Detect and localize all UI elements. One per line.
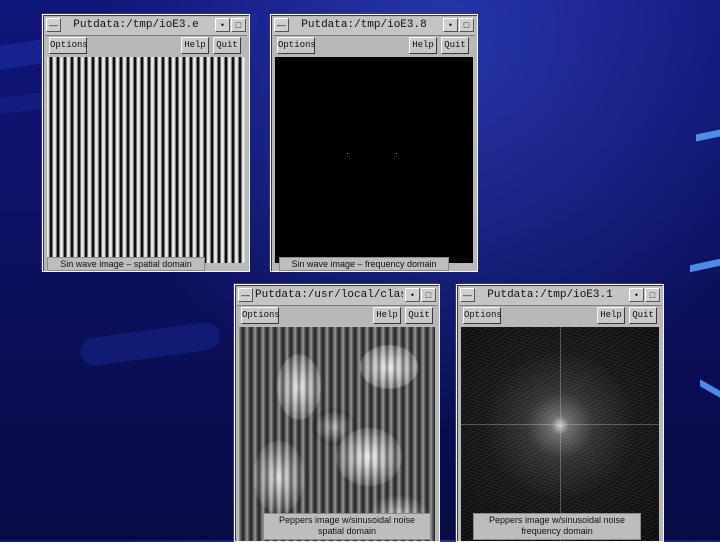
options-button[interactable]: Options [463, 307, 502, 324]
caption-text: Sin wave image – frequency domain [291, 259, 437, 269]
help-button[interactable]: Help [373, 307, 401, 324]
caption-text: Peppers image w/sinusoidal noise [278, 515, 416, 525]
options-button[interactable]: Options [241, 307, 280, 324]
background-swoosh [78, 320, 222, 368]
help-button[interactable]: Help [409, 37, 437, 54]
window-title: Putdata:/usr/local/classes/c [255, 289, 403, 301]
image-canvas [239, 327, 435, 541]
window-menu-button[interactable]: — [238, 288, 253, 302]
caption-label: Sin wave image – frequency domain [279, 257, 449, 271]
minimize-button[interactable]: • [443, 18, 458, 32]
window-titlebar[interactable]: — Putdata:/usr/local/classes/c • □ [237, 287, 437, 306]
caption-text: Peppers image w/sinusoidal noise [488, 515, 626, 525]
minimize-button[interactable]: • [629, 288, 644, 302]
caption-subtext: spatial domain [317, 526, 377, 536]
image-canvas [47, 57, 245, 263]
caption-label: Peppers image w/sinusoidal noise spatial… [263, 513, 431, 540]
quit-button[interactable]: Quit [213, 37, 241, 54]
window-sin-frequency: — Putdata:/tmp/ioE3.8 • □ Options Help Q… [270, 14, 478, 272]
toolbar: Options Help Quit [273, 36, 475, 56]
frequency-peak [396, 153, 397, 154]
quit-button[interactable]: Quit [441, 37, 469, 54]
sinusoidal-noise-overlay [239, 327, 435, 541]
window-title: Putdata:/tmp/ioE3.8 [301, 19, 427, 31]
help-button[interactable]: Help [181, 37, 209, 54]
frequency-peak [347, 153, 348, 154]
maximize-button[interactable]: □ [421, 288, 436, 302]
background-accent [690, 258, 720, 273]
image-canvas [461, 327, 659, 541]
options-button[interactable]: Options [49, 37, 88, 54]
window-menu-button[interactable]: — [460, 288, 475, 302]
toolbar: Options Help Quit [237, 306, 437, 326]
spectrum-axis-vertical [560, 327, 561, 541]
window-menu-button[interactable]: — [274, 18, 289, 32]
caption-label: Sin wave image – spatial domain [47, 257, 205, 271]
maximize-button[interactable]: □ [459, 18, 474, 32]
image-canvas [275, 57, 473, 263]
background-accent [696, 129, 720, 142]
background-accent [700, 379, 720, 398]
window-titlebar[interactable]: — Putdata:/tmp/ioE3.1 • □ [459, 287, 661, 306]
minimize-button[interactable]: • [215, 18, 230, 32]
window-titlebar[interactable]: — Putdata:/tmp/ioE3.e • □ [45, 17, 247, 36]
window-peppers-spatial: — Putdata:/usr/local/classes/c • □ Optio… [234, 284, 440, 542]
minimize-button[interactable]: • [405, 288, 420, 302]
quit-button[interactable]: Quit [629, 307, 657, 324]
window-sin-spatial: — Putdata:/tmp/ioE3.e • □ Options Help Q… [42, 14, 250, 272]
toolbar: Options Help Quit [45, 36, 247, 56]
window-title: Putdata:/tmp/ioE3.1 [487, 289, 613, 301]
caption-text: Sin wave image – spatial domain [60, 259, 192, 269]
help-button[interactable]: Help [597, 307, 625, 324]
window-title: Putdata:/tmp/ioE3.e [73, 19, 199, 31]
coordinate-readout: 163 [452, 254, 468, 264]
toolbar: Options Help Quit [459, 306, 661, 326]
window-peppers-frequency: — Putdata:/tmp/ioE3.1 • □ Options Help Q… [456, 284, 664, 542]
caption-label: Peppers image w/sinusoidal noise frequen… [473, 513, 641, 540]
window-titlebar[interactable]: — Putdata:/tmp/ioE3.8 • □ [273, 17, 475, 36]
options-button[interactable]: Options [277, 37, 316, 54]
caption-subtext: frequency domain [521, 526, 593, 536]
window-menu-button[interactable]: — [46, 18, 61, 32]
quit-button[interactable]: Quit [405, 307, 433, 324]
maximize-button[interactable]: □ [231, 18, 246, 32]
maximize-button[interactable]: □ [645, 288, 660, 302]
